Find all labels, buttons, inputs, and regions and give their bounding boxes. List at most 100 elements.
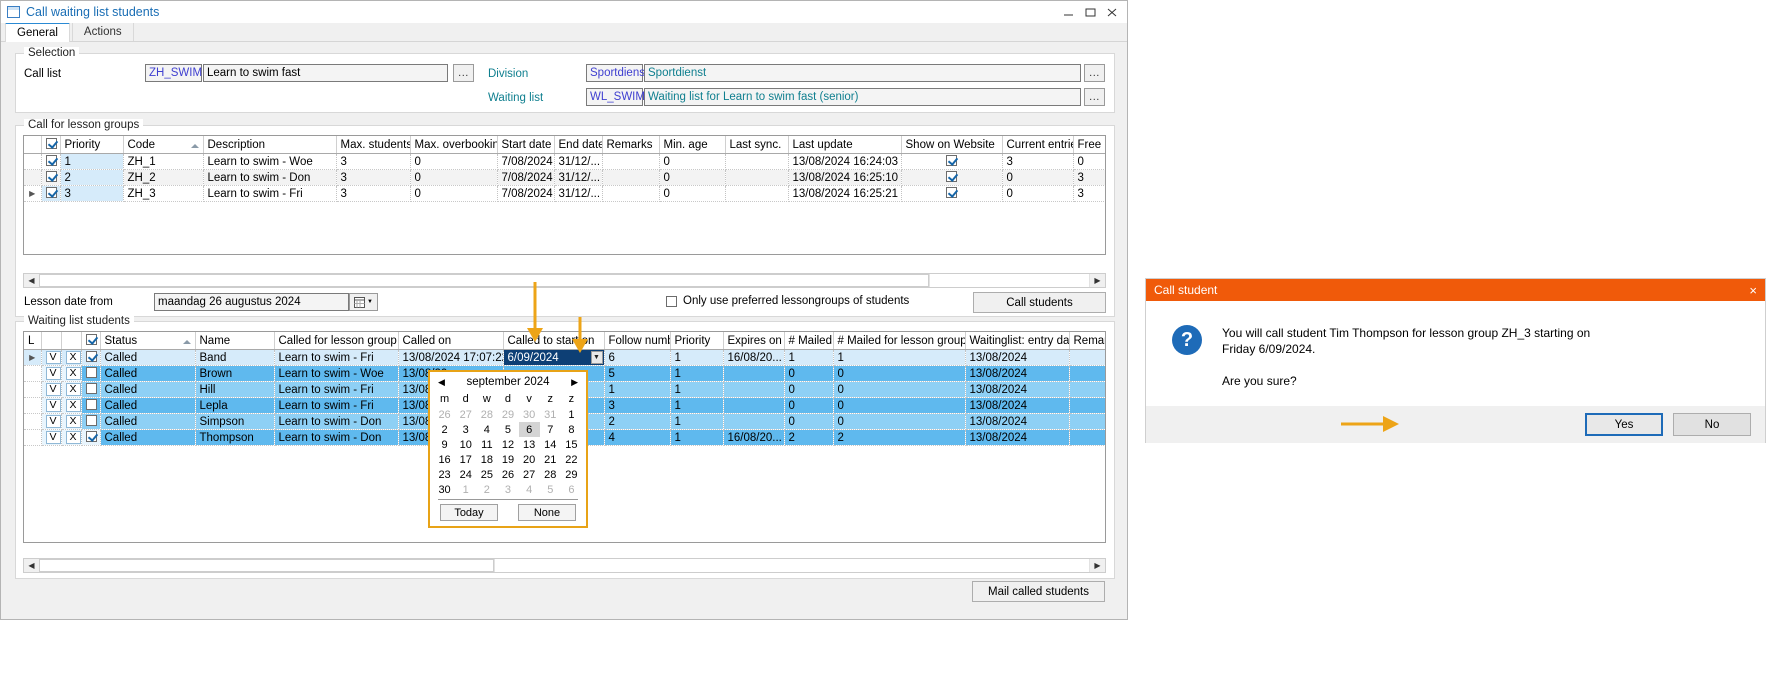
calendar-day[interactable]: 30 (434, 482, 455, 497)
row-select-checkbox[interactable] (85, 383, 97, 394)
calendar-day[interactable]: 25 (476, 467, 497, 482)
row-checkbox-cell[interactable] (41, 185, 61, 202)
view-button-cell[interactable]: V (41, 413, 62, 430)
show-on-website-checkbox[interactable] (946, 187, 957, 198)
view-row-button[interactable]: V (45, 431, 60, 444)
calendar-day[interactable]: 3 (497, 482, 518, 497)
call-list-browse-button[interactable]: ... (453, 64, 474, 82)
show-on-website-checkbox[interactable] (946, 155, 957, 166)
tab-general[interactable]: General (5, 22, 70, 42)
call-list-description-field[interactable]: Learn to swim fast (203, 64, 448, 82)
view-button-cell[interactable]: V (41, 349, 62, 366)
view-row-button[interactable]: V (45, 415, 60, 428)
call-students-button[interactable]: Call students (973, 292, 1106, 313)
calendar-day[interactable]: 17 (455, 452, 476, 467)
table-row[interactable]: ▶ 3 ZH_3 Learn to swim - Fri 3 0 7/08/20… (24, 185, 1105, 202)
col-current-entries[interactable]: Current entries (1002, 136, 1074, 154)
scroll-right-icon[interactable]: ▶ (1090, 274, 1105, 287)
view-button-cell[interactable]: V (41, 365, 62, 382)
calendar-day[interactable]: 2 (434, 422, 455, 437)
prev-month-icon[interactable]: ◀ (438, 377, 445, 388)
table-row[interactable]: 1 ZH_1 Learn to swim - Woe 3 0 7/08/2024… (24, 153, 1105, 170)
division-code-field[interactable]: Sportdiens (586, 64, 645, 82)
yes-button[interactable]: Yes (1585, 413, 1663, 436)
col-mailed-for-lesson-group[interactable]: # Mailed for lesson group (833, 332, 966, 350)
row-select-checkbox[interactable] (45, 155, 57, 166)
row-checkbox-cell[interactable] (41, 169, 61, 186)
calendar-day[interactable]: 1 (561, 407, 582, 422)
col-description[interactable]: Description (203, 136, 337, 154)
table-row[interactable]: ▶ V X Called Band Learn to swim - Fri 13… (24, 349, 1105, 366)
col-called-on[interactable]: Called on (398, 332, 504, 350)
row-checkbox-cell[interactable] (81, 397, 101, 414)
col-show-on-website[interactable]: Show on Website (901, 136, 1003, 154)
delete-button-cell[interactable]: X (61, 397, 82, 414)
calendar-today-button[interactable]: Today (440, 504, 498, 521)
delete-row-button[interactable]: X (65, 383, 80, 396)
calendar-day[interactable]: 3 (455, 422, 476, 437)
mail-called-students-button[interactable]: Mail called students (972, 581, 1105, 602)
scroll-thumb[interactable] (39, 559, 494, 572)
calendar-day[interactable]: 26 (434, 407, 455, 422)
scroll-track[interactable] (494, 559, 1090, 572)
calendar-day[interactable]: 24 (455, 467, 476, 482)
select-all-checkbox[interactable] (85, 334, 97, 345)
col-last-sync[interactable]: Last sync. (725, 136, 789, 154)
row-select-checkbox[interactable] (85, 367, 97, 378)
calendar-day[interactable]: 21 (540, 452, 561, 467)
view-row-button[interactable]: V (45, 399, 60, 412)
calendar-day[interactable]: 28 (540, 467, 561, 482)
next-month-icon[interactable]: ▶ (571, 377, 578, 388)
delete-button-cell[interactable]: X (61, 365, 82, 382)
waiting-list-description-field[interactable]: Waiting list for Learn to swim fast (sen… (644, 88, 1081, 106)
calendar-day[interactable]: 27 (455, 407, 476, 422)
scroll-left-icon[interactable]: ◀ (24, 274, 39, 287)
calendar-day[interactable]: 15 (561, 437, 582, 452)
row-checkbox-cell[interactable] (81, 365, 101, 382)
row-checkbox-cell[interactable] (41, 153, 61, 170)
row-select-checkbox[interactable] (45, 171, 57, 182)
maximize-icon[interactable] (1079, 3, 1101, 21)
delete-row-button[interactable]: X (65, 351, 80, 364)
tab-actions[interactable]: Actions (71, 22, 134, 41)
calendar-day[interactable]: 13 (519, 437, 540, 452)
row-checkbox-cell[interactable] (81, 349, 101, 366)
close-icon[interactable] (1101, 3, 1123, 21)
show-on-website-checkbox[interactable] (946, 171, 957, 182)
calendar-day[interactable]: 14 (540, 437, 561, 452)
lesson-groups-grid[interactable]: Priority Code Description Max. students … (23, 135, 1106, 255)
delete-row-button[interactable]: X (65, 367, 80, 380)
calendar-day[interactable]: 1 (455, 482, 476, 497)
col-remark[interactable]: Remark (1069, 332, 1105, 350)
col-select-all[interactable] (81, 332, 101, 350)
calendar-day[interactable]: 20 (519, 452, 540, 467)
only-preferred-checkbox[interactable] (666, 295, 677, 307)
calendar-day[interactable]: 29 (497, 407, 518, 422)
col-mailed[interactable]: # Mailed (784, 332, 834, 350)
close-icon[interactable]: × (1749, 283, 1757, 298)
view-button-cell[interactable]: V (41, 397, 62, 414)
calendar-day[interactable]: 23 (434, 467, 455, 482)
row-checkbox-cell[interactable] (81, 429, 101, 446)
col-min-age[interactable]: Min. age (659, 136, 726, 154)
minimize-icon[interactable] (1057, 3, 1079, 21)
lesson-date-input[interactable]: maandag 26 augustus 2024 (154, 293, 349, 311)
view-row-button[interactable]: V (45, 351, 60, 364)
calendar-day[interactable]: 6 (561, 482, 582, 497)
col-free[interactable]: Free (1073, 136, 1105, 154)
calendar-day[interactable]: 7 (540, 422, 561, 437)
calendar-day[interactable]: 4 (476, 422, 497, 437)
row-checkbox-cell[interactable] (81, 413, 101, 430)
calendar-day[interactable]: 26 (497, 467, 518, 482)
row-checkbox-cell[interactable] (81, 381, 101, 398)
calendar-none-button[interactable]: None (518, 504, 576, 521)
calendar-day[interactable]: 28 (476, 407, 497, 422)
call-list-code-field[interactable]: ZH_SWIM (145, 64, 202, 82)
scroll-left-icon[interactable]: ◀ (24, 559, 39, 572)
col-end-date[interactable]: End date (554, 136, 603, 154)
col-last-update[interactable]: Last update (788, 136, 902, 154)
select-all-checkbox[interactable] (45, 138, 57, 149)
row-select-checkbox[interactable] (45, 187, 57, 198)
calendar-day[interactable]: 11 (476, 437, 497, 452)
col-waitinglist-entry-date[interactable]: Waitinglist: entry date (965, 332, 1070, 350)
